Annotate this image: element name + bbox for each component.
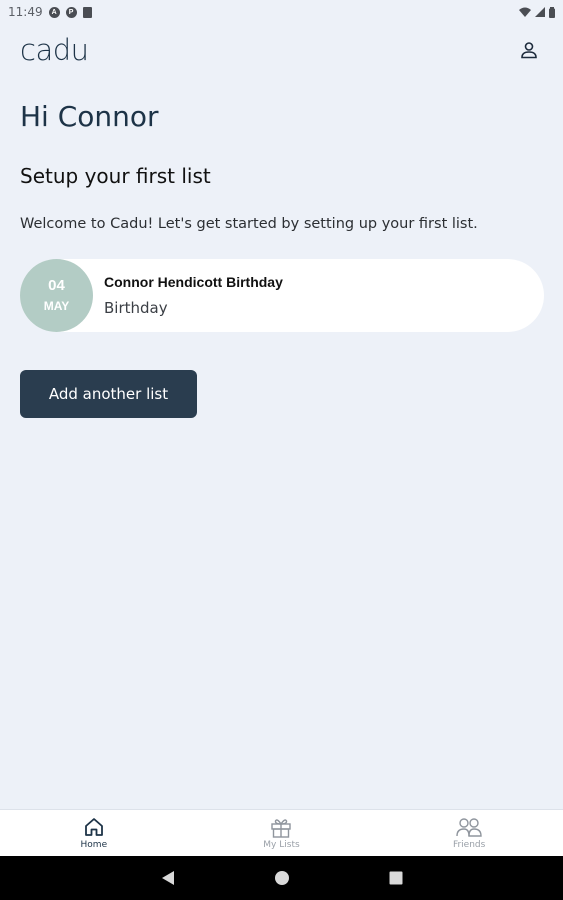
- app-logo: cadu: [20, 33, 89, 67]
- welcome-text: Welcome to Cadu! Let's get started by se…: [20, 216, 478, 232]
- nav-item-home[interactable]: Home: [34, 810, 154, 857]
- status-bar: 11:49 A P: [0, 0, 563, 24]
- greeting-heading: Hi Connor: [20, 100, 159, 133]
- battery-icon: [549, 6, 555, 18]
- profile-button[interactable]: [515, 36, 543, 64]
- home-system-button[interactable]: [270, 866, 294, 890]
- system-nav-bar: [0, 856, 563, 900]
- date-badge: 04 MAY: [20, 259, 93, 332]
- date-month: MAY: [43, 299, 70, 313]
- circle-home-icon: [274, 871, 289, 885]
- nav-label-home: Home: [80, 840, 108, 850]
- back-button[interactable]: [156, 866, 180, 890]
- notification-icon: A: [48, 6, 60, 18]
- bottom-nav: Home My Lists Friends: [0, 809, 563, 856]
- nav-label-friends: Friends: [452, 840, 486, 850]
- add-another-list-button[interactable]: Add another list: [20, 370, 197, 418]
- back-icon: [161, 871, 174, 885]
- status-time: 11:49: [8, 5, 43, 19]
- list-type: Birthday: [104, 299, 168, 317]
- gift-icon: [271, 819, 292, 838]
- list-title: Connor Hendicott Birthday: [104, 274, 283, 290]
- friends-icon: [456, 818, 482, 837]
- list-card[interactable]: 04 MAY Connor Hendicott Birthday Birthda…: [20, 259, 544, 332]
- nav-label-my-lists: My Lists: [263, 840, 300, 850]
- nav-item-my-lists[interactable]: My Lists: [221, 810, 341, 857]
- sd-card-icon: [82, 6, 92, 18]
- user-icon: [521, 42, 537, 59]
- list-card-text: Connor Hendicott Birthday Birthday: [104, 274, 283, 317]
- recents-button[interactable]: [384, 866, 408, 890]
- square-recents-icon: [389, 871, 402, 885]
- nav-item-friends[interactable]: Friends: [409, 810, 529, 857]
- section-title: Setup your first list: [20, 164, 211, 188]
- status-left: 11:49 A P: [8, 5, 92, 19]
- signal-icon: [535, 7, 545, 17]
- home-icon: [84, 818, 103, 836]
- status-right: [519, 6, 555, 18]
- notification-icon: P: [65, 6, 77, 18]
- date-day: 04: [48, 277, 65, 294]
- wifi-icon: [519, 7, 531, 17]
- app-header: cadu: [20, 30, 543, 70]
